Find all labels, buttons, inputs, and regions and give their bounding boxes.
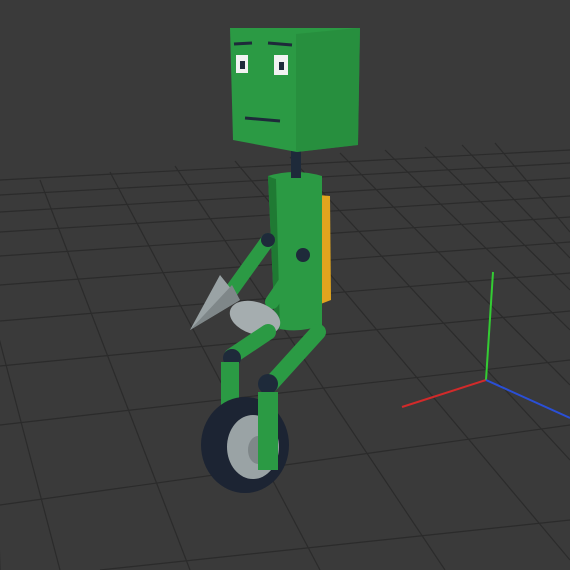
robot-head-right-face [296,28,360,152]
knee-joint [258,374,278,394]
robot-head-icon[interactable] [230,28,360,152]
left-shoulder-joint [261,233,275,247]
robot-right-shin [258,392,278,470]
scene-canvas[interactable] [0,0,570,570]
left-pupil [240,61,245,69]
right-shoulder-joint [296,248,310,262]
right-pupil [279,62,284,70]
left-brow [233,41,253,46]
3d-viewport[interactable] [0,0,570,570]
robot-neck [291,148,301,178]
right-brow [267,41,293,47]
